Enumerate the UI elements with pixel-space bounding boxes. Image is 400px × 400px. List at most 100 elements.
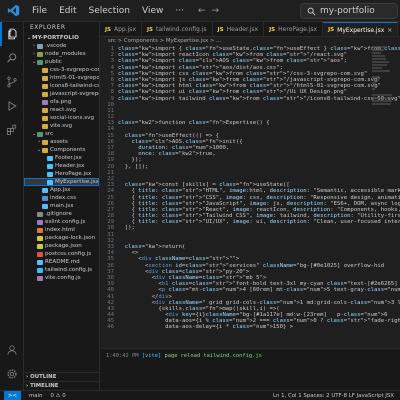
file-icon: [42, 195, 48, 201]
file-icon: [37, 267, 43, 273]
tree-item[interactable]: .gitignore: [24, 210, 99, 218]
editor-tabs: JS App.jsx JS tailwind.config.js JS Header.js…: [100, 22, 400, 37]
tree-item-label: Footer.jsx: [55, 155, 82, 161]
back-arrow-icon[interactable]: ←: [198, 6, 206, 16]
editor-tab[interactable]: JS App.jsx: [100, 22, 142, 36]
remote-indicator[interactable]: ><: [4, 390, 22, 400]
editor-tab[interactable]: JS Header.jsx: [213, 22, 265, 36]
account-icon[interactable]: [0, 338, 24, 362]
terminal-panel[interactable]: 1:40:42 PM [vite] page reload tailwind.c…: [100, 348, 400, 390]
file-icon: [47, 179, 53, 185]
tree-item[interactable]: vite.config.js: [24, 274, 99, 282]
status-bar: >< main 0 ⚠ 0 Ln 1, Col 1 Spaces: 2 UTF-…: [0, 390, 400, 400]
file-icon: [42, 91, 48, 97]
file-icon: [37, 219, 43, 225]
tab-label: Header.jsx: [226, 26, 259, 33]
file-icon: [47, 171, 53, 177]
js-file-icon: JS: [105, 26, 112, 33]
files-icon[interactable]: [0, 22, 24, 46]
file-icon: [42, 83, 48, 89]
tree-item[interactable]: ⌄ Components: [24, 146, 99, 154]
timeline-section[interactable]: › TIMELINE: [24, 381, 99, 390]
tree-item[interactable]: social-icons.svg: [24, 114, 99, 122]
tree-item-label: public: [45, 59, 62, 65]
terminal-time: 1:40:42 PM: [106, 353, 139, 359]
tree-item[interactable]: README.md: [24, 258, 99, 266]
editor-tab[interactable]: JS HeroPage.jsx: [264, 22, 324, 36]
tree-item[interactable]: MyExpertise.jsx: [24, 178, 99, 186]
explorer-sidebar: EXPLORER ⌄ MY-PORTFOLIO › .vscode › node_modu…: [24, 22, 100, 390]
terminal-tag: [vite]: [141, 353, 162, 359]
tree-item[interactable]: › assets: [24, 138, 99, 146]
menu-more[interactable]: ···: [169, 0, 190, 22]
tree-item-label: node_modules: [45, 51, 86, 57]
menu-file[interactable]: File: [26, 0, 53, 22]
tree-item[interactable]: ⌄ src: [24, 130, 99, 138]
file-icon: [37, 275, 43, 281]
code-editor[interactable]: 1 class="kw">import { class="fn">useState…: [100, 46, 400, 370]
tree-item[interactable]: javascript-svgrepo.svg: [24, 90, 99, 98]
tree-item[interactable]: package-lock.json: [24, 234, 99, 242]
tree-item[interactable]: icons8-tailwind-css.svg: [24, 82, 99, 90]
code-line[interactable]: 29 { title: class="str">"UI/UX", image: …: [100, 219, 400, 225]
tree-item-label: javascript-svgrepo.svg: [50, 91, 99, 97]
search-icon[interactable]: [0, 46, 24, 70]
tree-item[interactable]: index.css: [24, 194, 99, 202]
tree-item[interactable]: eslint.config.js: [24, 218, 99, 226]
tree-item-label: index.css: [50, 195, 76, 201]
tree-item[interactable]: tailwind.config.js: [24, 266, 99, 274]
tree-item[interactable]: Footer.jsx: [24, 154, 99, 162]
code-line[interactable]: 46 data-aos-delay={i * class="num">150} …: [100, 324, 400, 330]
tree-item[interactable]: package.json: [24, 242, 99, 250]
breadcrumb[interactable]: src > Components > MyExpertise.jsx > ...: [100, 37, 400, 46]
problems-indicator[interactable]: 0 ⚠ 0: [51, 393, 66, 399]
tree-item[interactable]: vite.svg: [24, 122, 99, 130]
minimap[interactable]: [372, 46, 394, 136]
tree-item[interactable]: App.jsx: [24, 186, 99, 194]
tree-item[interactable]: css-3-svgrepo-com.svg: [24, 66, 99, 74]
tree-item[interactable]: ⌄ MY-PORTFOLIO: [24, 34, 99, 42]
tree-item-label: postcss.config.js: [45, 251, 92, 257]
tree-item[interactable]: postcss.config.js: [24, 250, 99, 258]
menu-selection[interactable]: Selection: [83, 0, 136, 22]
tree-item[interactable]: index.html: [24, 226, 99, 234]
run-debug-icon[interactable]: [0, 94, 24, 118]
command-center-search[interactable]: my-portfolio: [300, 3, 398, 19]
forward-arrow-icon[interactable]: →: [211, 6, 219, 16]
menu-edit[interactable]: Edit: [53, 0, 82, 22]
tree-item[interactable]: › .vscode: [24, 42, 99, 50]
tree-item[interactable]: main.jsx: [24, 202, 99, 210]
js-file-icon: JS: [328, 27, 335, 33]
folder-icon: [37, 131, 43, 137]
line-number: 46: [107, 324, 114, 331]
vscode-logo-icon: [0, 0, 26, 22]
code-text: class="kw2">function class="fn">Expertis…: [118, 120, 270, 127]
branch-indicator[interactable]: main: [29, 393, 42, 399]
extensions-icon[interactable]: [0, 118, 24, 142]
tree-item-label: assets: [50, 139, 68, 145]
tree-item[interactable]: ofa.png: [24, 98, 99, 106]
file-icon: [42, 99, 48, 105]
tree-item[interactable]: HeroPage.jsx: [24, 170, 99, 178]
code-line[interactable]: 9 class="kw">import tailwind class="kw">f…: [100, 96, 400, 102]
tab-label: MyExpertise.jsx: [337, 26, 385, 34]
tree-item[interactable]: html5-01-svgrepo-com.svg: [24, 74, 99, 82]
tree-item-label: Header.jsx: [55, 163, 85, 169]
tree-item[interactable]: ⌄ public: [24, 58, 99, 66]
settings-icon[interactable]: [0, 362, 24, 386]
tree-item[interactable]: › node_modules: [24, 50, 99, 58]
menu-view[interactable]: View: [136, 0, 169, 22]
file-icon: [42, 203, 48, 209]
source-control-icon[interactable]: [0, 70, 24, 94]
tree-item[interactable]: Header.jsx: [24, 162, 99, 170]
editor-status[interactable]: Ln 1, Col 1 Spaces: 2 UTF-8 LF JavaScrip…: [273, 393, 400, 399]
search-icon: [307, 7, 316, 15]
outline-section[interactable]: › OUTLINE: [24, 372, 99, 381]
tree-item[interactable]: react.svg: [24, 106, 99, 114]
file-icon: [37, 211, 43, 217]
file-icon: [37, 227, 43, 233]
editor-tab[interactable]: JS MyExpertise.jsx ×: [323, 22, 399, 36]
close-icon[interactable]: ×: [387, 27, 392, 34]
tree-item-label: eslint.config.js: [45, 219, 86, 225]
editor-tab[interactable]: JS tailwind.config.js: [142, 22, 213, 36]
